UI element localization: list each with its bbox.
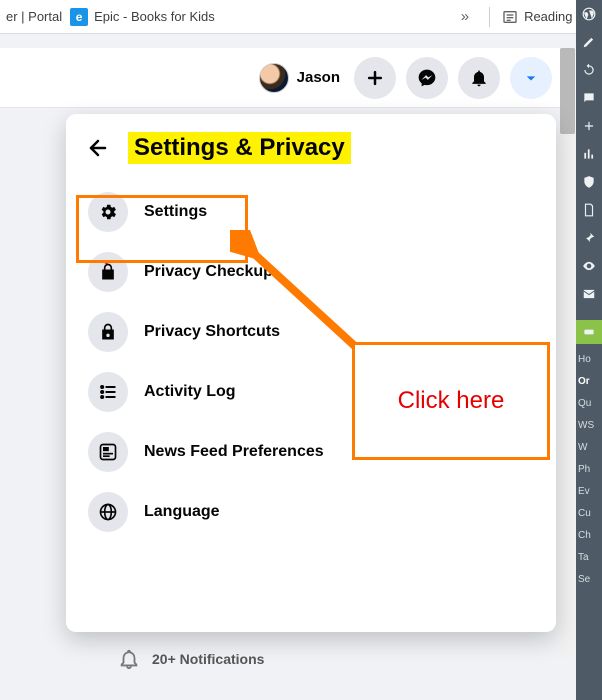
wordpress-icon xyxy=(582,7,596,21)
refresh-icon xyxy=(582,63,596,77)
messenger-button[interactable] xyxy=(406,57,448,99)
menu-label: Activity Log xyxy=(144,383,236,401)
comment-icon xyxy=(582,91,596,105)
menu-item-privacy-checkup[interactable]: Privacy Checkup xyxy=(82,242,540,302)
arrow-left-icon xyxy=(86,136,110,160)
messenger-icon xyxy=(417,68,437,88)
admin-text[interactable]: Ph xyxy=(576,460,602,482)
bell-icon xyxy=(469,68,489,88)
page-icon xyxy=(582,203,596,217)
lock-icon xyxy=(98,322,118,342)
feed-icon xyxy=(98,442,118,462)
menu-label: Settings xyxy=(144,203,207,221)
scrollbar-thumb[interactable] xyxy=(560,48,575,134)
scrollbar-track[interactable] xyxy=(560,48,575,658)
pin-icon xyxy=(582,231,596,245)
notifications-button[interactable] xyxy=(458,57,500,99)
brush-icon xyxy=(582,35,596,49)
list-icon xyxy=(98,382,118,402)
mail-icon xyxy=(582,287,596,301)
account-menu-button[interactable] xyxy=(510,57,552,99)
bookmark-bar: er | Portal e Epic - Books for Kids » Re… xyxy=(0,0,602,34)
admin-text[interactable]: Cu xyxy=(576,504,602,526)
admin-text[interactable]: Or xyxy=(576,372,602,394)
top-header: Jason xyxy=(0,48,564,108)
menu-item-language[interactable]: Language xyxy=(82,482,540,542)
menu-label: Privacy Shortcuts xyxy=(144,323,280,341)
admin-green-button[interactable] xyxy=(576,320,602,344)
admin-page[interactable] xyxy=(576,196,602,224)
admin-eye[interactable] xyxy=(576,252,602,280)
menu-label: News Feed Preferences xyxy=(144,443,324,461)
avatar xyxy=(259,63,289,93)
admin-text[interactable]: Ev xyxy=(576,482,602,504)
eye-icon xyxy=(582,259,596,273)
stats-icon xyxy=(582,147,596,161)
annotation-callout-text: Click here xyxy=(398,387,505,415)
bell-outline-icon xyxy=(118,648,140,670)
bookmark-portal[interactable]: er | Portal xyxy=(6,9,62,24)
plus-icon xyxy=(582,119,596,133)
bookmark-label: er | Portal xyxy=(6,9,62,24)
admin-text[interactable]: W xyxy=(576,438,602,460)
check-icon xyxy=(582,325,596,339)
shield-icon xyxy=(582,175,596,189)
menu-label: Language xyxy=(144,503,220,521)
bookmark-label: Epic - Books for Kids xyxy=(94,9,215,24)
notifications-row[interactable]: 20+ Notifications xyxy=(118,648,264,670)
admin-text[interactable]: Ta xyxy=(576,548,602,570)
notifications-label: 20+ Notifications xyxy=(152,651,264,667)
admin-text[interactable]: Qu xyxy=(576,394,602,416)
reading-list-icon xyxy=(502,9,518,25)
lock-heart-icon xyxy=(98,262,118,282)
admin-plugin[interactable] xyxy=(576,168,602,196)
admin-pin[interactable] xyxy=(576,224,602,252)
create-button[interactable] xyxy=(354,57,396,99)
epic-icon: e xyxy=(70,8,88,26)
menu-item-settings[interactable]: Settings xyxy=(82,182,540,242)
panel-title: Settings & Privacy xyxy=(128,132,351,164)
gear-icon xyxy=(98,202,118,222)
admin-text[interactable]: Ch xyxy=(576,526,602,548)
back-button[interactable] xyxy=(82,132,114,164)
menu-label: Privacy Checkup xyxy=(144,263,273,281)
annotation-callout: Click here xyxy=(352,342,550,460)
admin-text[interactable]: Ho xyxy=(576,350,602,372)
profile-name: Jason xyxy=(297,69,340,86)
admin-updates[interactable] xyxy=(576,56,602,84)
profile-button[interactable]: Jason xyxy=(259,63,340,93)
admin-customize[interactable] xyxy=(576,28,602,56)
bookmark-epic[interactable]: e Epic - Books for Kids xyxy=(70,8,215,26)
admin-mail[interactable] xyxy=(576,280,602,308)
admin-wordpress[interactable] xyxy=(576,0,602,28)
divider xyxy=(489,7,490,27)
admin-stats[interactable] xyxy=(576,140,602,168)
globe-icon xyxy=(98,502,118,522)
bookmark-overflow[interactable]: » xyxy=(453,8,477,25)
admin-add[interactable] xyxy=(576,112,602,140)
caret-down-icon xyxy=(521,68,541,88)
admin-sidebar: Ho Or Qu WS W Ph Ev Cu Ch Ta Se xyxy=(576,0,602,700)
plus-icon xyxy=(365,68,385,88)
admin-comments[interactable] xyxy=(576,84,602,112)
admin-text[interactable]: Se xyxy=(576,570,602,592)
admin-text[interactable]: WS xyxy=(576,416,602,438)
